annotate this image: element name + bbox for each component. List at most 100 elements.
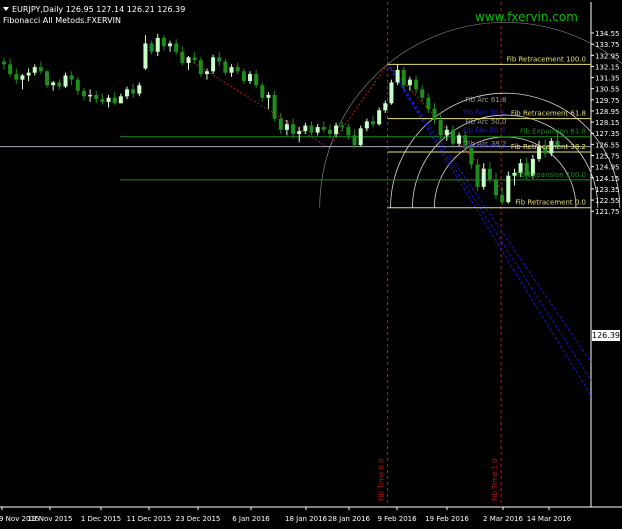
time-axis[interactable]: 9 Nov 201519 Nov 2015 1 Dec 2015 11 Dec 20… [0, 507, 572, 523]
candle [266, 92, 271, 109]
candle [315, 124, 320, 136]
fib-time-label: Fib Time 0.0 [378, 458, 386, 501]
candle-body [204, 71, 209, 75]
candle [192, 51, 197, 63]
candle-body [180, 51, 185, 63]
candle [161, 35, 166, 51]
price-tick-label: 130.55 [595, 86, 620, 94]
candle-body [161, 37, 166, 47]
price-tick-label: 131.35 [595, 75, 620, 83]
candle-body [506, 175, 511, 203]
candle-body [340, 125, 345, 127]
candle-body [272, 94, 277, 119]
candle [223, 58, 228, 76]
candle-body [100, 99, 105, 102]
price-axis[interactable]: 134.55 133.75 132.95 132.15 131.35 130.55 129.… [591, 30, 620, 216]
candle-body [389, 82, 394, 104]
candle [395, 64, 400, 86]
candle-body [426, 97, 431, 109]
candle-body [297, 131, 302, 134]
fib-time-label: Fib Time 1.0 [491, 458, 499, 501]
candle-body [32, 67, 37, 73]
candle-body [364, 121, 369, 129]
trendline-connector [328, 64, 389, 149]
candle [26, 68, 31, 82]
candle [2, 57, 6, 70]
candle [358, 125, 363, 147]
candle-body [125, 89, 129, 97]
candle [303, 122, 308, 134]
candle-body [69, 75, 74, 80]
candle-body [291, 124, 296, 134]
candle-body [481, 168, 486, 187]
candle-body [8, 64, 13, 75]
fib-retracement-label: Fib Retracement 0.0 [515, 199, 586, 207]
candle-body [309, 125, 314, 133]
candle [168, 40, 173, 52]
candle-body [407, 79, 412, 86]
candle-body [438, 120, 443, 136]
candle-body [174, 43, 179, 52]
candle-body [63, 75, 68, 87]
candle [137, 82, 142, 97]
candle-body [211, 57, 216, 72]
fib-levels[interactable] [0, 63, 591, 209]
candle-body [198, 60, 203, 75]
candle-body [217, 57, 222, 62]
candle-body [457, 135, 462, 144]
candle-body [500, 195, 505, 203]
candle [155, 33, 160, 56]
fib-fan-label: Fib Fan 38.2 [463, 109, 505, 117]
price-tick-label: 122.55 [595, 197, 620, 205]
candle [94, 90, 99, 104]
candle [51, 81, 56, 91]
candle [131, 83, 136, 98]
candle-body [57, 82, 62, 87]
candle [241, 68, 246, 84]
time-tick-label: 2 Mar 2016 [483, 515, 523, 523]
price-tick-label: 126.55 [595, 141, 620, 149]
candle [180, 46, 185, 66]
candle [8, 58, 13, 77]
candle-body [26, 72, 31, 76]
candle [248, 71, 252, 84]
price-tick-label: 123.35 [595, 186, 620, 194]
fib-time-zones[interactable] [175, 2, 502, 507]
price-tick-label: 133.75 [595, 41, 620, 49]
candle [291, 118, 296, 139]
candle-body [346, 126, 351, 136]
collapse-triangle-icon[interactable] [3, 7, 9, 11]
candle-body [94, 94, 99, 100]
price-chart[interactable]: Fib Time 0.0 Fib Time 1.0 Fib Arc 61.8 Fib … [0, 0, 622, 529]
price-tick-label: 125.75 [595, 153, 620, 161]
candle-body [112, 97, 117, 104]
time-tick-label: 19 Feb 2016 [425, 515, 469, 523]
candle-body [254, 74, 259, 86]
candle [38, 61, 43, 75]
candle [57, 79, 62, 90]
watermark-link: www.fxervin.com [475, 10, 578, 24]
candle-body [223, 61, 228, 73]
candle-body [303, 125, 308, 132]
candle-body [444, 129, 449, 136]
candle-body [260, 85, 265, 98]
current-price-tag: 126.39 [592, 330, 620, 341]
candle [229, 64, 234, 77]
candle-body [377, 110, 382, 125]
candle [321, 121, 326, 133]
candle-body [352, 135, 357, 146]
candle-body [315, 126, 320, 133]
candle [407, 76, 412, 91]
fib-expansion-label: Fib Expansion 61.8 [520, 128, 586, 136]
candle-body [321, 126, 326, 130]
fib-arc-label: Fib Arc 61.8 [465, 96, 506, 104]
candle-body [45, 71, 50, 86]
candle [420, 85, 425, 102]
candle [340, 121, 345, 132]
fib-labels: Fib Time 0.0 Fib Time 1.0 Fib Arc 61.8 Fib … [378, 55, 586, 501]
candle-body [168, 43, 173, 47]
time-tick-label: 11 Dec 2015 [127, 515, 172, 523]
candle-body [371, 121, 375, 125]
price-tick-label: 132.95 [595, 52, 620, 60]
candle-body [327, 129, 332, 134]
